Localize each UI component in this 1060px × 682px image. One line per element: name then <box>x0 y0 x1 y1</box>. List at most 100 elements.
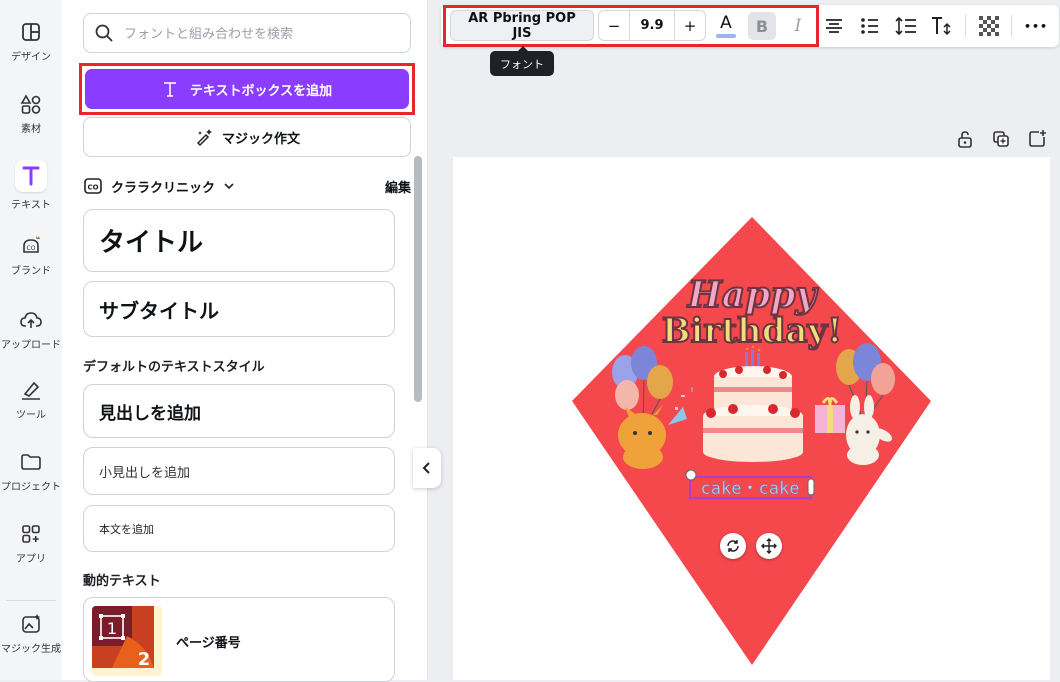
rail-item-projects[interactable]: プロジェクト <box>0 450 62 493</box>
dynamic-text-heading: 動的テキスト <box>83 574 161 589</box>
font-size-input[interactable]: 9.9 <box>629 11 675 40</box>
draw-tool-icon <box>22 381 40 400</box>
brand-icon: CO <box>23 236 40 253</box>
line-spacing-icon <box>895 16 916 36</box>
rail-label: アップロード <box>1 340 61 351</box>
rail-label: ツール <box>16 410 46 421</box>
move-icon <box>761 538 777 554</box>
brand-kit-icon: CO <box>84 178 102 194</box>
style-label: タイトル <box>99 228 204 258</box>
more-options-button[interactable]: ••• <box>1024 14 1048 38</box>
text-icon <box>15 160 47 192</box>
rail-label: テキスト <box>11 200 51 211</box>
text-toolbar: AR Pbring POP JIS − 9.9 + A B I ••• <box>441 5 1059 47</box>
rail-item-upload[interactable]: アップロード <box>0 308 62 351</box>
upload-cloud-icon <box>20 312 42 328</box>
rail-label: マジック生成 <box>1 644 61 655</box>
folder-icon <box>21 454 41 470</box>
align-center-icon <box>826 19 842 33</box>
text-color-letter: A <box>720 12 732 33</box>
page-number-label: ページ番号 <box>176 636 241 651</box>
font-family-button[interactable]: AR Pbring POP JIS <box>450 10 594 41</box>
brand-style-subtitle[interactable]: サブタイトル <box>83 281 395 337</box>
style-label: 小見出しを追加 <box>99 465 191 481</box>
rail-divider <box>6 600 56 601</box>
toolbar-divider <box>965 15 966 37</box>
add-textbox-button[interactable]: テキストボックスを追加 <box>85 69 409 109</box>
thumb-number-1: 1 <box>107 619 117 638</box>
increase-size-button[interactable]: + <box>675 11 705 40</box>
selected-text[interactable]: cake・cake <box>700 479 800 500</box>
lock-icon[interactable] <box>954 128 976 150</box>
transparency-checker-icon <box>979 16 999 36</box>
panel-scrollbar[interactable] <box>414 156 422 402</box>
decrease-size-button[interactable]: − <box>599 11 629 40</box>
style-label: 本文を追加 <box>99 522 154 536</box>
move-handle[interactable] <box>756 533 782 559</box>
rail-label: アプリ <box>16 554 46 565</box>
collapse-panel-button[interactable] <box>413 448 441 488</box>
font-search[interactable] <box>83 13 411 53</box>
add-textbox-label: テキストボックスを追加 <box>189 83 333 99</box>
rail-label: プロジェクト <box>1 482 61 493</box>
duplicate-page-icon[interactable] <box>990 128 1012 150</box>
toolbar-divider <box>1011 15 1012 37</box>
font-size-control: − 9.9 + <box>598 10 706 41</box>
rail-item-magic-media[interactable]: マジック生成 <box>0 612 62 655</box>
list-button[interactable] <box>858 14 882 38</box>
rail-label: ブランド <box>11 266 51 277</box>
chevron-down-icon <box>224 183 234 190</box>
chevron-left-icon <box>422 462 430 474</box>
svg-text:CO: CO <box>27 245 36 252</box>
left-rail: デザイン 素材 テキスト CO ブランド アップロード ツール プロジェクト ア… <box>0 0 62 680</box>
brand-kit-edit-link[interactable]: 編集 <box>385 177 411 196</box>
rotate-handle[interactable] <box>720 533 746 559</box>
magic-write-button[interactable]: マジック作文 <box>83 117 411 157</box>
add-body-item[interactable]: 本文を追加 <box>83 505 395 552</box>
font-tooltip: フォント <box>490 46 554 76</box>
brand-kit-selector[interactable]: CO クララクリニック 編集 <box>83 175 411 197</box>
design-page[interactable]: Happy Birthday! cake・cake <box>453 157 1050 680</box>
rail-item-apps[interactable]: アプリ <box>0 522 62 565</box>
birthday-design: Happy Birthday! cake・cake <box>572 217 931 665</box>
spacing-button[interactable] <box>894 14 918 38</box>
text-color-button[interactable]: A <box>713 14 739 38</box>
text-effects-button[interactable] <box>930 14 954 38</box>
elements-icon <box>20 94 41 114</box>
brand-style-title[interactable]: タイトル <box>83 209 395 272</box>
magic-pen-icon <box>196 129 212 147</box>
resize-handle[interactable] <box>807 478 815 496</box>
text-panel: テキストボックスを追加 マジック作文 CO クララクリニック 編集 タイトル サ… <box>62 0 428 682</box>
text-t-icon <box>163 82 176 97</box>
magic-image-icon <box>22 614 40 633</box>
transparency-button[interactable] <box>977 14 1001 38</box>
add-page-icon[interactable] <box>1026 128 1048 150</box>
style-label: サブタイトル <box>99 298 219 323</box>
page-number-item[interactable]: 1 2 ページ番号 <box>83 597 395 682</box>
bold-button[interactable]: B <box>748 12 776 40</box>
svg-text:CO: CO <box>87 184 98 192</box>
bullet-list-icon <box>861 18 878 34</box>
rail-label: デザイン <box>11 52 51 63</box>
layout-icon <box>22 23 40 41</box>
magic-write-label: マジック作文 <box>221 131 300 147</box>
rail-item-brand[interactable]: CO ブランド <box>0 234 62 277</box>
add-subheading-item[interactable]: 小見出しを追加 <box>83 447 395 495</box>
brand-kit-name: クララクリニック <box>111 180 216 196</box>
birthday-text: Birthday! <box>662 311 842 351</box>
selection-handle[interactable] <box>685 469 697 481</box>
rail-item-tools[interactable]: ツール <box>0 378 62 421</box>
add-heading-item[interactable]: 見出しを追加 <box>83 384 395 438</box>
rail-item-text[interactable]: テキスト <box>0 160 62 211</box>
apps-icon <box>22 525 40 543</box>
default-styles-heading: デフォルトのテキストスタイル <box>83 360 265 375</box>
italic-button[interactable]: I <box>786 14 810 38</box>
search-input[interactable] <box>122 23 402 45</box>
thumb-number-2: 2 <box>138 649 151 670</box>
rail-label: 素材 <box>21 124 41 135</box>
align-center-button[interactable] <box>822 14 846 38</box>
page-number-thumbnail: 1 2 <box>92 606 162 676</box>
rail-item-design[interactable]: デザイン <box>0 20 62 63</box>
rotate-icon <box>727 540 739 552</box>
rail-item-elements[interactable]: 素材 <box>0 92 62 135</box>
